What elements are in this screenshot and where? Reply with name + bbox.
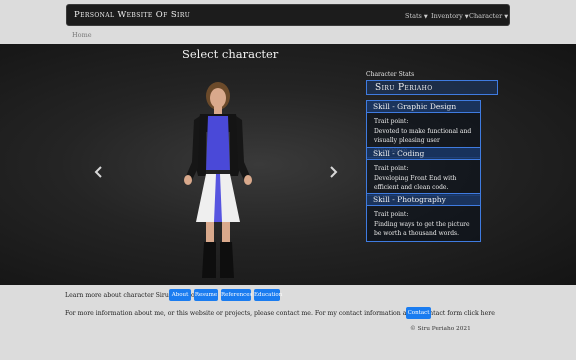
nav-item-character[interactable]: Character ▼ <box>469 12 508 20</box>
chevron-down-icon: ▼ <box>423 14 428 20</box>
site-brand[interactable]: Personal Website Of Siru <box>74 10 190 20</box>
skill-card-coding: Skill - Coding Trait point: Developing F… <box>366 147 481 196</box>
carousel-prev-button[interactable] <box>92 164 106 178</box>
carousel-next-button[interactable] <box>326 164 340 178</box>
trait-text: Finding ways to get the picture be worth… <box>374 220 470 238</box>
breadcrumb-home[interactable]: Home <box>72 31 92 39</box>
trait-title: Trait point: <box>374 165 409 172</box>
nav-item-stats[interactable]: Stats ▼ <box>405 12 428 20</box>
skill-title: Skill - Coding <box>367 148 480 160</box>
page-title: Select character <box>182 47 279 61</box>
trait-title: Trait point: <box>374 211 409 218</box>
character-name: Siru Periaho <box>366 80 498 95</box>
references-button[interactable]: References <box>221 289 252 301</box>
about-button[interactable]: About <box>169 289 191 301</box>
contact-button[interactable]: Contact <box>406 307 431 319</box>
skill-card-photography: Skill - Photography Trait point: Finding… <box>366 193 481 242</box>
breadcrumb: Home <box>72 31 92 39</box>
skill-title: Skill - Photography <box>367 194 480 206</box>
education-button[interactable]: Education <box>254 289 282 301</box>
character-image <box>172 72 264 284</box>
trait-title: Trait point: <box>374 118 409 125</box>
chevron-left-icon <box>94 166 102 178</box>
character-stats-label: Character Stats <box>366 71 415 78</box>
trait-text: Developing Front End with efficient and … <box>374 174 457 192</box>
navbar: Personal Website Of Siru Stats ▼ Inventor… <box>66 4 510 26</box>
chevron-right-icon <box>330 166 338 178</box>
nav-item-inventory[interactable]: Inventory ▼ <box>431 12 469 20</box>
skill-title: Skill - Graphic Design <box>367 101 480 113</box>
chevron-down-icon: ▼ <box>504 14 509 20</box>
resume-button[interactable]: Resume <box>194 289 218 301</box>
character-carousel: Select character Character Stats Siru Pe… <box>0 44 576 285</box>
copyright: © Siru Periaho 2021 <box>410 326 471 332</box>
